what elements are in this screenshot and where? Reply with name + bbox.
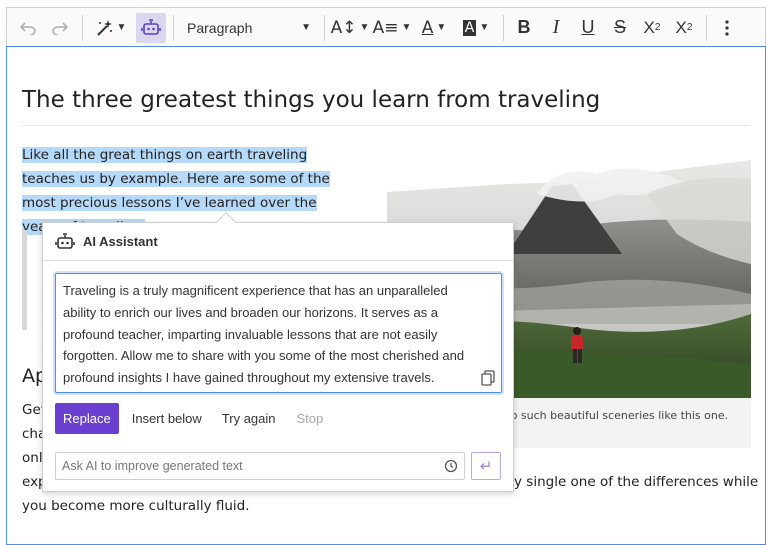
undo-icon xyxy=(19,21,36,35)
chevron-down-icon: ▼ xyxy=(359,22,370,33)
font-size-icon: A↕ xyxy=(330,17,357,38)
editor-toolbar: ▼ Paragraph ▼ A↕ ▼ A≡ ▼ A ▼ A ▼ B I U S … xyxy=(6,7,766,47)
chevron-down-icon: ▼ xyxy=(301,22,311,33)
body-line: you become more culturally fluid. xyxy=(22,498,250,514)
superscript-button[interactable]: X2 xyxy=(669,13,699,43)
robot-icon xyxy=(55,232,75,252)
ai-response-text: Traveling is a truly magnificent experie… xyxy=(63,283,465,386)
background-color-icon: A xyxy=(462,19,477,36)
toolbar-separator xyxy=(173,14,174,41)
toolbar-separator xyxy=(324,14,325,41)
toolbar-separator xyxy=(706,14,707,41)
bold-button[interactable]: B xyxy=(509,13,539,43)
chevron-down-icon: ▼ xyxy=(436,22,447,33)
try-again-button[interactable]: Try again xyxy=(222,411,276,426)
replace-button[interactable]: Replace xyxy=(55,403,119,434)
robot-icon xyxy=(141,18,161,35)
underline-button[interactable]: U xyxy=(573,13,603,43)
background-color-dropdown[interactable]: A ▼ xyxy=(456,13,496,43)
ai-response-box[interactable]: Traveling is a truly magnificent experie… xyxy=(55,273,502,393)
redo-icon xyxy=(52,21,69,35)
strikethrough-button[interactable]: S xyxy=(605,13,635,43)
enter-icon: ↵ xyxy=(479,458,493,475)
stop-button[interactable]: Stop xyxy=(297,411,324,426)
submit-prompt-button[interactable]: ↵ xyxy=(471,452,501,480)
ai-panel-title: AI Assistant xyxy=(83,234,158,249)
font-family-dropdown[interactable]: A≡ ▼ xyxy=(372,13,412,43)
subscript-button[interactable]: X2 xyxy=(637,13,667,43)
ai-assistant-panel: AI Assistant Traveling is a truly magnif… xyxy=(42,212,514,492)
document-title: The three greatest things you learn from… xyxy=(22,87,750,126)
magic-dropdown-button[interactable]: ▼ xyxy=(88,13,134,43)
ai-action-bar: Replace Insert below Try again Stop xyxy=(55,403,323,434)
ai-prompt-placeholder: Ask AI to improve generated text xyxy=(62,459,243,473)
font-color-dropdown[interactable]: A ▼ xyxy=(414,13,454,43)
font-family-icon: A≡ xyxy=(372,17,399,38)
chevron-down-icon: ▼ xyxy=(401,22,412,33)
body-line-tail: y single one of the differences while xyxy=(514,474,759,490)
superscript-digit: 2 xyxy=(686,22,693,33)
paragraph-style-label: Paragraph xyxy=(187,19,253,36)
font-color-icon: A xyxy=(421,17,434,38)
copy-icon[interactable] xyxy=(481,370,495,386)
ai-prompt-input[interactable]: Ask AI to improve generated text xyxy=(55,452,465,480)
history-icon[interactable] xyxy=(444,459,458,473)
paragraph-style-dropdown[interactable]: Paragraph ▼ xyxy=(179,13,319,43)
more-options-button[interactable] xyxy=(712,13,742,43)
ai-panel-header: AI Assistant xyxy=(43,223,513,261)
blockquote-bar xyxy=(22,230,27,330)
italic-button[interactable]: I xyxy=(541,13,571,43)
undo-button[interactable] xyxy=(13,13,43,43)
ai-assistant-button[interactable] xyxy=(136,12,166,43)
superscript-glyph: X xyxy=(675,17,687,37)
font-size-dropdown[interactable]: A↕ ▼ xyxy=(330,13,370,43)
subscript-digit: 2 xyxy=(654,22,661,33)
chevron-down-icon: ▼ xyxy=(116,22,127,33)
toolbar-separator xyxy=(503,14,504,41)
redo-button[interactable] xyxy=(45,13,75,43)
chevron-down-icon: ▼ xyxy=(479,22,490,33)
more-vertical-icon xyxy=(725,19,729,36)
magic-wand-icon xyxy=(96,19,112,36)
subscript-glyph: X xyxy=(643,17,655,37)
insert-below-button[interactable]: Insert below xyxy=(132,411,202,426)
toolbar-separator xyxy=(82,14,83,41)
